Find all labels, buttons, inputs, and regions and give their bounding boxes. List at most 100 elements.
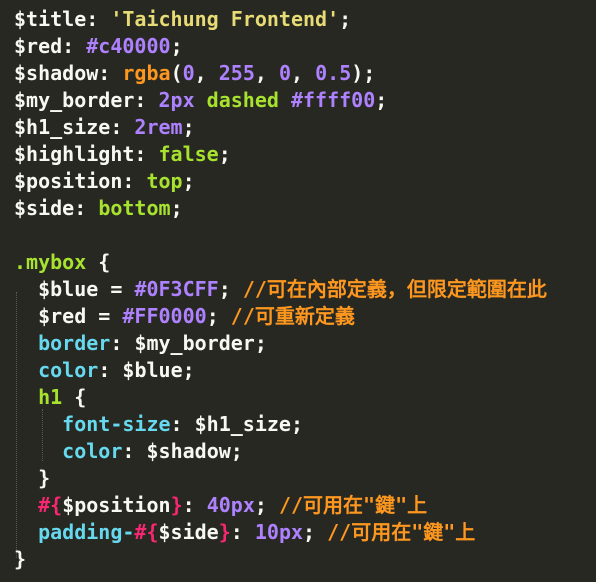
code-token: 255: [218, 61, 255, 85]
code-token: ;: [218, 277, 243, 301]
code-token: border: [38, 331, 111, 355]
code-token: #0F3CFF: [134, 277, 219, 301]
code-token: ;: [182, 169, 195, 193]
code-token: color: [62, 439, 123, 463]
code-line[interactable]: $shadow: rgba(0, 255, 0, 0.5);: [14, 60, 375, 87]
code-token: ;: [254, 493, 279, 517]
code-token: ;: [206, 304, 231, 328]
code-token: :: [134, 142, 159, 166]
code-token: }: [14, 466, 51, 490]
code-line[interactable]: $side: bottom;: [14, 195, 183, 222]
code-token: :: [86, 7, 111, 31]
code-line[interactable]: #{$position}: 40px; //可用在"鍵"上: [14, 492, 427, 519]
code-token: #c40000: [86, 34, 171, 58]
code-token: :: [110, 115, 135, 139]
code-token: padding-: [38, 520, 135, 544]
code-token: ,: [254, 61, 279, 85]
code-token: =: [86, 304, 123, 328]
code-token: h1: [38, 385, 63, 409]
code-token: 40px: [206, 493, 255, 517]
code-token: $shadow: [14, 61, 99, 85]
code-token: :: [98, 61, 123, 85]
code-token: $position: [14, 169, 123, 193]
code-token: .mybox: [14, 250, 87, 274]
code-line[interactable]: $highlight: false;: [14, 141, 231, 168]
code-token: }: [14, 547, 27, 571]
code-line[interactable]: $position: top;: [14, 168, 195, 195]
code-line[interactable]: $title: 'Taichung Frontend';: [14, 6, 351, 33]
code-token: :: [62, 34, 87, 58]
code-token: ;: [218, 142, 231, 166]
code-token: 2rem: [134, 115, 183, 139]
code-token: $title: [14, 7, 87, 31]
code-token: $h1_size: [14, 115, 111, 139]
code-token: $red: [14, 34, 63, 58]
code-token: false: [158, 142, 219, 166]
code-token: :: [182, 493, 207, 517]
code-token: }: [170, 493, 183, 517]
code-token: :: [122, 439, 147, 463]
code-token: (: [170, 61, 183, 85]
code-token: rgba: [122, 61, 171, 85]
code-token: 0.5: [315, 61, 352, 85]
code-token: $my_border: [14, 88, 135, 112]
code-token: ;: [303, 520, 328, 544]
code-line[interactable]: border: $my_border;: [14, 330, 267, 357]
code-token: 2px: [158, 88, 195, 112]
code-token: :: [110, 331, 135, 355]
code-token: #{: [134, 520, 159, 544]
code-editor[interactable]: $title: 'Taichung Frontend'; $red: #c4000…: [0, 0, 596, 582]
code-token: $position: [62, 493, 171, 517]
code-line[interactable]: h1 {: [14, 384, 86, 411]
code-token: #{: [38, 493, 63, 517]
code-line[interactable]: $my_border: 2px dashed #ffff00;: [14, 87, 387, 114]
code-line[interactable]: color: $shadow;: [14, 438, 243, 465]
code-token: dashed: [194, 88, 291, 112]
code-token: $blue: [38, 277, 99, 301]
code-line[interactable]: }: [14, 465, 50, 492]
code-line[interactable]: $red: #c40000;: [14, 33, 183, 60]
code-token: :: [230, 520, 255, 544]
code-token: 0: [278, 61, 292, 85]
code-token: #ffff00: [290, 88, 376, 112]
code-line[interactable]: font-size: $h1_size;: [14, 411, 303, 438]
code-token: $h1_size: [194, 412, 291, 436]
code-line[interactable]: padding-#{$side}: 10px; //可用在"鍵"上: [14, 519, 475, 546]
code-token: $side: [158, 520, 219, 544]
code-token: $my_border: [134, 331, 255, 355]
code-line[interactable]: color: $blue;: [14, 357, 195, 384]
code-token: font-size: [62, 412, 171, 436]
code-line[interactable]: .mybox {: [14, 249, 110, 276]
code-token: ;: [182, 115, 195, 139]
code-token: ,: [291, 61, 316, 85]
code-token: :: [98, 358, 123, 382]
code-line[interactable]: $blue = #0F3CFF; //可在內部定義，但限定範圍在此: [14, 276, 547, 303]
code-line[interactable]: $red = #FF0000; //可重新定義: [14, 303, 355, 330]
code-line[interactable]: $h1_size: 2rem;: [14, 114, 195, 141]
code-token: :: [122, 169, 147, 193]
code-token: ;: [339, 7, 352, 31]
code-token: {: [62, 385, 87, 409]
code-line[interactable]: }: [14, 546, 26, 573]
code-token: ;: [170, 196, 183, 220]
code-token: =: [98, 277, 135, 301]
code-token: 0: [182, 61, 195, 85]
code-token: }: [218, 520, 231, 544]
code-token: $blue: [122, 358, 183, 382]
code-token: //可在內部定義，但限定範圍在此: [242, 277, 547, 301]
code-token: //可用在"鍵"上: [278, 493, 428, 517]
code-token: ;: [230, 439, 243, 463]
code-token: 10px: [254, 520, 304, 544]
code-token: $red: [38, 304, 87, 328]
code-token: bottom: [98, 196, 171, 220]
code-token: color: [38, 358, 99, 382]
code-token: ;: [254, 331, 267, 355]
